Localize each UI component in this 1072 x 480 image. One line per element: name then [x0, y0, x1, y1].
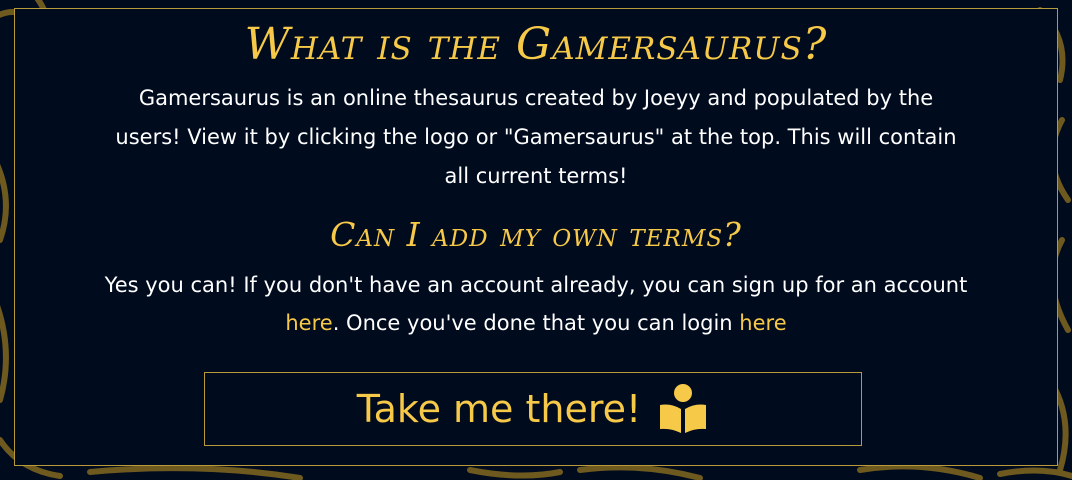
book-reader-icon [657, 383, 709, 435]
section-subtitle: Can I add my own terms? [330, 215, 742, 254]
terms-text-middle: . Once you've done that you can login [332, 311, 740, 335]
signup-link[interactable]: here [285, 311, 332, 335]
info-card: What is the Gamersaurus? Gamersaurus is … [14, 8, 1058, 466]
take-me-there-button[interactable]: Take me there! [204, 372, 862, 446]
terms-paragraph: Yes you can! If you don't have an accoun… [85, 266, 987, 342]
page-title: What is the Gamersaurus? [244, 19, 828, 70]
login-link[interactable]: here [739, 311, 786, 335]
terms-text-before: Yes you can! If you don't have an accoun… [104, 273, 968, 297]
cta-label: Take me there! [356, 387, 642, 431]
intro-paragraph: Gamersaurus is an online thesaurus creat… [115, 86, 957, 188]
